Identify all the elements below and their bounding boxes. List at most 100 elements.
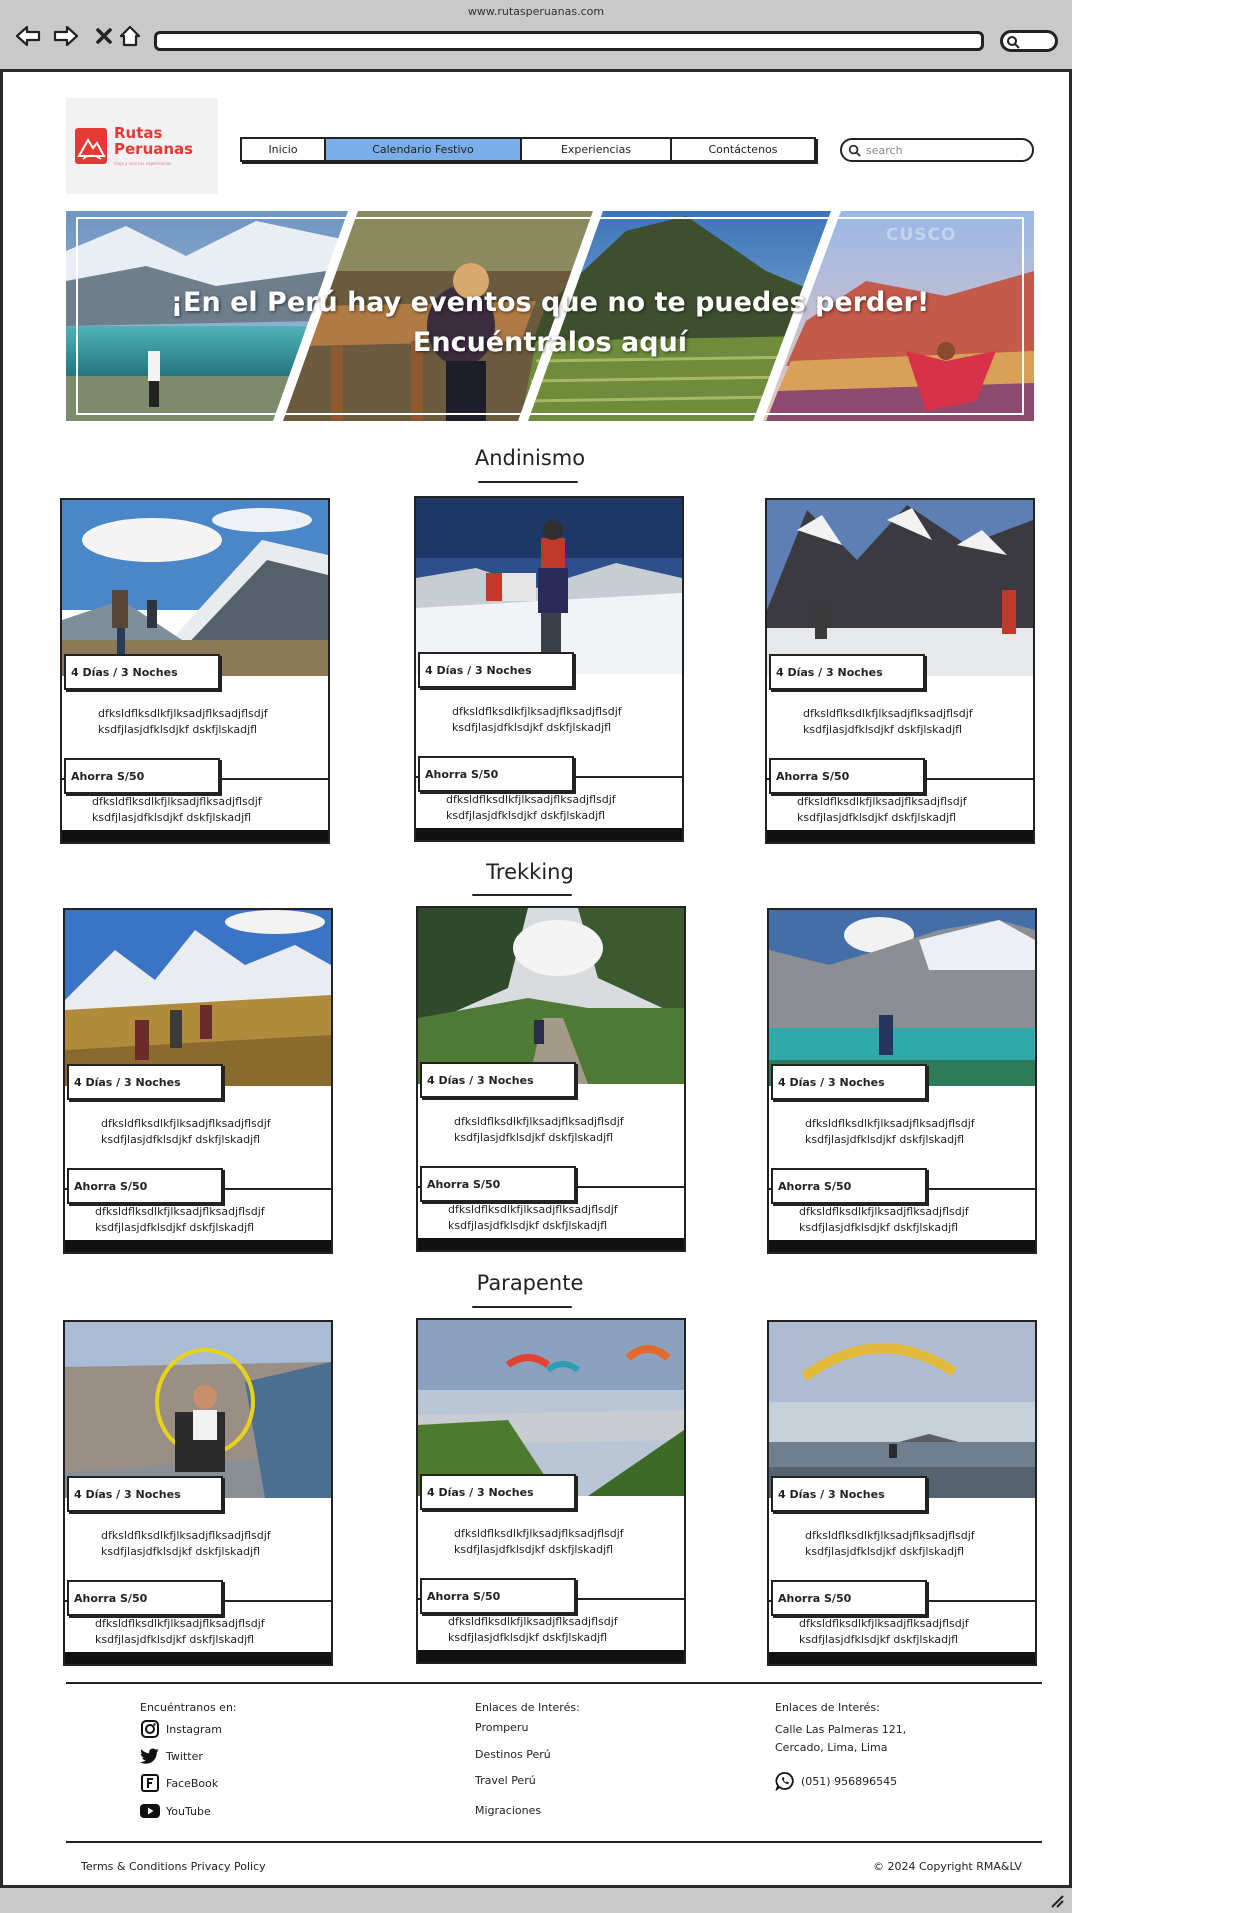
- logo-title-line1: Rutas: [114, 124, 163, 142]
- browser-toolbar: www.rutasperuanas.com: [0, 0, 1072, 72]
- section-title-andinismo: Andinismo: [474, 446, 586, 470]
- tour-price: Ahorra S/50: [420, 1166, 576, 1202]
- tour-description: dfksldflksdlkfjlksadjflksadjflsdjf ksdfjl…: [454, 1115, 624, 1144]
- nav-item-contactenos[interactable]: Contáctenos: [672, 139, 814, 160]
- tour-price: Ahorra S/50: [771, 1580, 927, 1616]
- tour-description: dfksldflksdlkfjlksadjflksadjflsdjf ksdfjl…: [805, 1117, 975, 1146]
- tour-duration: 4 Días / 3 Noches: [420, 1474, 576, 1510]
- section-underline: [472, 1306, 572, 1308]
- url-text: www.rutasperuanas.com: [467, 5, 605, 18]
- footer-terms-link[interactable]: Terms & Conditions Privacy Policy: [81, 1860, 266, 1874]
- tour-extra: dfksldflksdlkfjlksadjflksadjflsdjf ksdfjl…: [95, 1205, 265, 1234]
- tour-price: Ahorra S/50: [418, 756, 574, 792]
- tour-card[interactable]: 4 Días / 3 Noches dfksldflksdlkfjlksadjf…: [63, 1320, 333, 1666]
- tour-duration: 4 Días / 3 Noches: [64, 654, 220, 690]
- tour-description: dfksldflksdlkfjlksadjflksadjflsdjf ksdfjl…: [101, 1117, 271, 1146]
- section-title-parapente: Parapente: [476, 1271, 584, 1295]
- tour-extra: dfksldflksdlkfjlksadjflksadjflsdjf ksdfjl…: [446, 793, 616, 822]
- footer-contact-heading: Enlaces de Interés:: [775, 1701, 880, 1714]
- tour-description: dfksldflksdlkfjlksadjflksadjflsdjf ksdfjl…: [452, 705, 622, 734]
- tour-card[interactable]: 4 Días / 3 Noches dfksldflksdlkfjlksadjf…: [414, 496, 684, 842]
- twitter-icon: [140, 1748, 159, 1764]
- browser-search-field[interactable]: [1000, 30, 1058, 52]
- footer-link-promperu[interactable]: Promperu: [475, 1721, 528, 1734]
- footer-twitter-link[interactable]: Twitter: [140, 1746, 203, 1766]
- tour-description: dfksldflksdlkfjlksadjflksadjflsdjf ksdfjl…: [454, 1527, 624, 1556]
- tour-duration: 4 Días / 3 Noches: [771, 1476, 927, 1512]
- hero-watermark: CUSCO: [886, 225, 957, 245]
- tour-extra: dfksldflksdlkfjlksadjflksadjflsdjf ksdfjl…: [797, 795, 967, 824]
- tour-photo: [416, 498, 682, 674]
- search-placeholder: search: [866, 143, 903, 157]
- nav-item-calendario-festivo[interactable]: Calendario Festivo: [326, 139, 522, 160]
- facebook-icon: [141, 1774, 159, 1792]
- footer-copyright: © 2024 Copyright RMA&LV: [873, 1860, 1022, 1873]
- tour-card[interactable]: 4 Días / 3 Noches dfksldflksdlkfjlksadjf…: [60, 498, 330, 844]
- nav-item-inicio[interactable]: Inicio: [242, 139, 326, 160]
- logo-tagline: Viaja y vive tus experiencias: [114, 161, 172, 166]
- tour-card[interactable]: 4 Días / 3 Noches dfksldflksdlkfjlksadjf…: [767, 1320, 1037, 1666]
- tour-card[interactable]: 4 Días / 3 Noches dfksldflksdlkfjlksadjf…: [416, 1318, 686, 1664]
- footer-facebook-link[interactable]: FaceBook: [140, 1773, 218, 1793]
- tour-duration: 4 Días / 3 Noches: [420, 1062, 576, 1098]
- footer-instagram-link[interactable]: Instagram: [140, 1719, 222, 1739]
- back-arrow-icon[interactable]: [14, 22, 42, 50]
- tour-duration: 4 Días / 3 Noches: [67, 1064, 223, 1100]
- tour-duration: 4 Días / 3 Noches: [771, 1064, 927, 1100]
- tour-description: dfksldflksdlkfjlksadjflksadjflsdjf ksdfjl…: [805, 1529, 975, 1558]
- tour-extra: dfksldflksdlkfjlksadjflksadjflsdjf ksdfjl…: [95, 1617, 265, 1646]
- resize-handle-icon[interactable]: [1050, 1894, 1064, 1908]
- search-input[interactable]: search: [840, 138, 1034, 162]
- tour-card[interactable]: 4 Días / 3 Noches dfksldflksdlkfjlksadjf…: [765, 498, 1035, 844]
- section-title-trekking: Trekking: [486, 860, 574, 884]
- footer-link-travel-peru[interactable]: Travel Perú: [475, 1774, 536, 1787]
- search-icon: [848, 144, 861, 157]
- tour-price: Ahorra S/50: [771, 1168, 927, 1204]
- home-icon[interactable]: [116, 22, 144, 50]
- tour-card[interactable]: 4 Días / 3 Noches dfksldflksdlkfjlksadjf…: [63, 908, 333, 1254]
- tour-photo: [769, 1322, 1035, 1498]
- main-nav: Inicio Calendario Festivo Experiencias C…: [240, 137, 816, 162]
- tour-duration: 4 Días / 3 Noches: [67, 1476, 223, 1512]
- tour-description: dfksldflksdlkfjlksadjflksadjflsdjf ksdfjl…: [98, 707, 268, 736]
- hero-line-1: ¡En el Perú hay eventos que no te puedes…: [170, 287, 930, 318]
- footer-phone[interactable]: (051) 956896545: [775, 1771, 897, 1791]
- tour-extra: dfksldflksdlkfjlksadjflksadjflsdjf ksdfjl…: [448, 1203, 618, 1232]
- tour-price: Ahorra S/50: [67, 1168, 223, 1204]
- tour-description: dfksldflksdlkfjlksadjflksadjflsdjf ksdfjl…: [101, 1529, 271, 1558]
- tour-price: Ahorra S/50: [64, 758, 220, 794]
- footer-social-heading: Encuéntranos en:: [140, 1701, 237, 1714]
- logo-mountain-icon: [75, 128, 107, 164]
- youtube-icon: [140, 1804, 160, 1818]
- stop-icon[interactable]: [90, 22, 118, 50]
- tour-photo: [769, 910, 1035, 1086]
- nav-item-experiencias[interactable]: Experiencias: [522, 139, 672, 160]
- instagram-icon: [141, 1720, 159, 1738]
- logo-title-line2: Peruanas: [114, 140, 194, 158]
- tour-price: Ahorra S/50: [67, 1580, 223, 1616]
- footer-address: Calle Las Palmeras 121, Cercado, Lima, L…: [775, 1723, 907, 1754]
- tour-photo: [418, 908, 684, 1084]
- tour-price: Ahorra S/50: [769, 758, 925, 794]
- tour-extra: dfksldflksdlkfjlksadjflksadjflsdjf ksdfjl…: [799, 1617, 969, 1646]
- tour-photo: [767, 500, 1033, 676]
- logo[interactable]: Rutas Peruanas Viaja y vive tus experien…: [66, 98, 218, 194]
- tour-photo: [62, 500, 328, 676]
- address-bar[interactable]: [154, 31, 984, 51]
- hero-banner[interactable]: CUSCO ¡En el Perú hay eventos que no te …: [66, 211, 1034, 421]
- hero-line-2: Encuéntralos aquí: [412, 327, 688, 358]
- footer-links-heading: Enlaces de Interés:: [475, 1701, 580, 1714]
- tour-card[interactable]: 4 Días / 3 Noches dfksldflksdlkfjlksadjf…: [416, 906, 686, 1252]
- forward-arrow-icon[interactable]: [52, 22, 80, 50]
- footer-link-destinos-peru[interactable]: Destinos Perú: [475, 1748, 551, 1761]
- tour-extra: dfksldflksdlkfjlksadjflksadjflsdjf ksdfjl…: [448, 1615, 618, 1644]
- tour-description: dfksldflksdlkfjlksadjflksadjflsdjf ksdfjl…: [803, 707, 973, 736]
- footer-youtube-link[interactable]: YouTube: [140, 1802, 211, 1820]
- section-underline: [478, 481, 578, 483]
- tour-duration: 4 Días / 3 Noches: [769, 654, 925, 690]
- hero-heading: ¡En el Perú hay eventos que no te puedes…: [66, 283, 1034, 363]
- tour-photo: [418, 1320, 684, 1496]
- tour-card[interactable]: 4 Días / 3 Noches dfksldflksdlkfjlksadjf…: [767, 908, 1037, 1254]
- footer-link-migraciones[interactable]: Migraciones: [475, 1804, 541, 1817]
- browser-search-icon: [1007, 36, 1020, 49]
